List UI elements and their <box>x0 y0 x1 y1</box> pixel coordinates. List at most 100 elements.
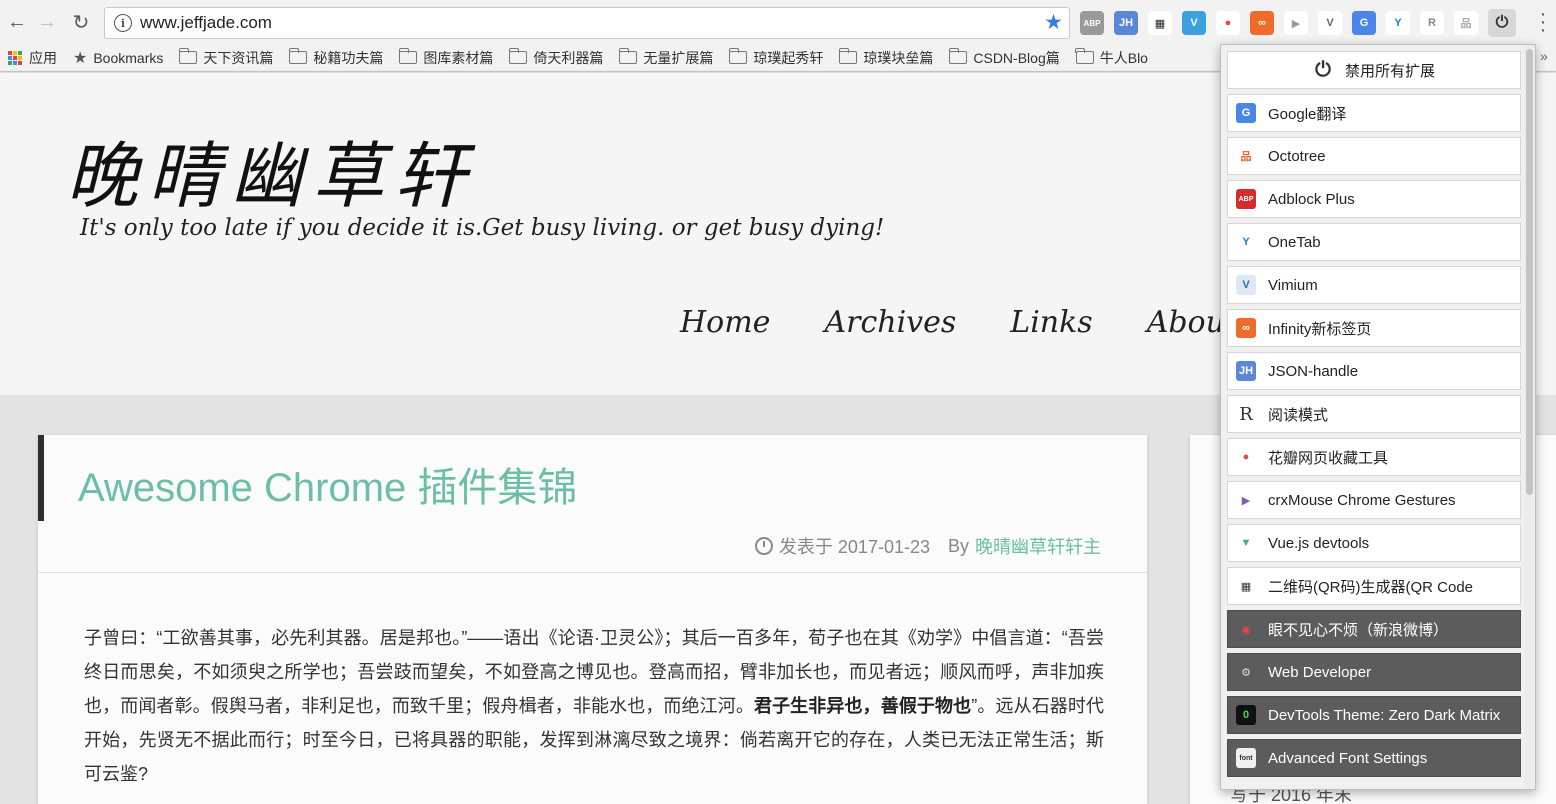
site-info-icon[interactable]: i <box>114 14 132 32</box>
post-card: Awesome Chrome 插件集锦 发表于 2017-01-23 By 晚晴… <box>38 435 1147 804</box>
extension-item[interactable]: 品 Octotree <box>1227 137 1521 175</box>
extension-item-label: crxMouse Chrome Gestures <box>1268 491 1456 509</box>
octotree-icon[interactable]: 品 <box>1454 11 1478 35</box>
vue-devtools-icon[interactable]: V <box>1318 11 1342 35</box>
gear-icon: ⚙ <box>1236 662 1256 682</box>
bookmark-bookmarks-label: Bookmarks <box>93 49 164 66</box>
post-date: 发表于 2017-01-23 <box>778 537 930 557</box>
bookmark-folder[interactable]: 秘籍功夫篇 <box>288 48 383 68</box>
nav-home[interactable]: Home <box>680 305 770 340</box>
post-accent-bar <box>38 435 44 521</box>
bookmark-folder[interactable]: 无量扩展篇 <box>618 48 714 68</box>
extension-item[interactable]: font Advanced Font Settings <box>1227 739 1521 777</box>
extension-item-label: Web Developer <box>1268 663 1372 681</box>
crxmouse-icon: ▶ <box>1236 490 1256 510</box>
extension-item-label: DevTools Theme: Zero Dark Matrix <box>1268 706 1501 724</box>
extension-item[interactable]: 0 DevTools Theme: Zero Dark Matrix <box>1227 696 1521 734</box>
extension-item[interactable]: ▦ 二维码(QR码)生成器(QR Code <box>1227 567 1521 605</box>
vue-devtools-icon: ▼ <box>1236 533 1256 553</box>
bookmark-folder-label: 琼璞起秀轩 <box>753 49 824 66</box>
extension-item-label: Adblock Plus <box>1268 190 1355 208</box>
extension-item[interactable]: ◉ 眼不见心不烦（新浪微博） <box>1227 610 1521 648</box>
nav-archives[interactable]: Archives <box>824 305 956 340</box>
folder-icon <box>398 48 418 64</box>
bookmark-folder-label: 无量扩展篇 <box>643 49 714 66</box>
adblock-plus-icon: ABP <box>1236 189 1256 209</box>
extension-item[interactable]: ABP Adblock Plus <box>1227 180 1521 218</box>
nav-links[interactable]: Links <box>1010 305 1092 340</box>
browser-toolbar: ← → ↻ i www.jeffjade.com ★ ABP JH ▦ V ● ∞ ▶ V G Y… <box>0 0 1556 44</box>
extension-item[interactable]: ▶ crxMouse Chrome Gestures <box>1227 481 1521 519</box>
extension-item[interactable]: V Vimium <box>1227 266 1521 304</box>
bookmark-star-icon[interactable]: ★ <box>1044 10 1063 35</box>
reader-mode-icon[interactable]: R <box>1420 11 1444 35</box>
extension-item-label: Vimium <box>1268 276 1318 294</box>
bookmark-folders: 天下资讯篇 秘籍功夫篇 图库素材篇 倚天利器篇 无量扩展篇 琼璞起秀轩 琼璞块垒篇 CSDN-… <box>178 48 1164 68</box>
post-body: 子曾曰：“工欲善其事，必先利其器。居是邦也。”——语出《论语·卫灵公》；其后一百… <box>84 621 1104 791</box>
extension-item-label: 二维码(QR码)生成器(QR Code <box>1268 578 1474 596</box>
address-bar[interactable]: i www.jeffjade.com ★ <box>104 7 1070 39</box>
bookmark-folder[interactable]: 琼璞起秀轩 <box>728 48 824 68</box>
site-title[interactable]: 晚晴幽草轩 <box>66 117 476 222</box>
bookmark-folder[interactable]: CSDN-Blog篇 <box>948 48 1060 68</box>
popup-scrollbar-thumb[interactable] <box>1526 49 1533 495</box>
bookmark-folder[interactable]: 牛人Blo <box>1075 48 1148 68</box>
post-author[interactable]: 晚晴幽草轩轩主 <box>975 533 1101 559</box>
bookmark-folder[interactable]: 图库素材篇 <box>398 48 493 68</box>
extension-item-label: Vue.js devtools <box>1268 534 1370 552</box>
apps-grid-icon <box>8 50 22 65</box>
huaban-icon[interactable]: ● <box>1216 11 1240 35</box>
power-icon: ⏻ <box>1315 58 1331 81</box>
onetab-icon[interactable]: Y <box>1386 11 1410 35</box>
bookmark-apps[interactable]: 应用 <box>8 48 57 68</box>
bookmark-bookmarks[interactable]: ★ Bookmarks <box>73 48 163 68</box>
post-title[interactable]: Awesome Chrome 插件集锦 <box>78 455 577 513</box>
url-text[interactable]: www.jeffjade.com <box>140 13 272 33</box>
bookmark-folder[interactable]: 天下资讯篇 <box>178 48 274 68</box>
extension-item[interactable]: ∞ Infinity新标签页 <box>1227 309 1521 347</box>
back-icon[interactable]: ← <box>0 5 34 39</box>
extension-item-label: Advanced Font Settings <box>1268 749 1428 767</box>
extension-item-label: 眼不见心不烦（新浪微博） <box>1268 621 1449 639</box>
bookmark-folder-label: CSDN-Blog篇 <box>973 49 1060 66</box>
bookmark-folder-label: 天下资讯篇 <box>203 49 274 66</box>
bookmarks-overflow-button[interactable]: » <box>1540 48 1548 64</box>
json-handle-icon[interactable]: JH <box>1114 11 1138 35</box>
bookmark-folder-label: 倚天利器篇 <box>533 49 604 66</box>
qr-code-icon[interactable]: ▦ <box>1148 11 1172 35</box>
adblock-plus-icon[interactable]: ABP <box>1080 11 1104 35</box>
clock-icon <box>754 537 773 555</box>
extension-item-label: Infinity新标签页 <box>1268 320 1372 338</box>
reload-icon[interactable]: ↻ <box>64 5 98 39</box>
onetab-icon: Y <box>1236 232 1256 252</box>
forward-icon[interactable]: → <box>30 5 64 39</box>
extension-item[interactable]: ⚙ Web Developer <box>1227 653 1521 691</box>
google-translate-icon[interactable]: G <box>1352 11 1376 35</box>
weibo-icon: ◉ <box>1236 619 1256 639</box>
extension-item[interactable]: G Google翻译 <box>1227 94 1521 132</box>
vimium-icon[interactable]: V <box>1182 11 1206 35</box>
google-translate-icon: G <box>1236 103 1256 123</box>
star-icon: ★ <box>73 49 88 67</box>
crxmouse-icon[interactable]: ▶ <box>1284 11 1308 35</box>
disable-all-button[interactable]: ⏻ 禁用所有扩展 <box>1227 51 1521 89</box>
folder-icon <box>1075 48 1094 64</box>
extension-item[interactable]: R 阅读模式 <box>1227 395 1521 433</box>
extension-item[interactable]: ▼ Vue.js devtools <box>1227 524 1521 562</box>
extension-item-label: JSON-handle <box>1268 362 1359 380</box>
extension-item-label: 阅读模式 <box>1268 406 1329 424</box>
power-icon[interactable]: ⏻ <box>1488 9 1516 37</box>
bookmark-folder[interactable]: 倚天利器篇 <box>508 48 604 68</box>
extension-item[interactable]: Y OneTab <box>1227 223 1521 261</box>
disable-all-label: 禁用所有扩展 <box>1344 62 1435 80</box>
folder-icon <box>618 48 638 64</box>
bookmark-folder[interactable]: 琼璞块垒篇 <box>838 48 933 68</box>
infinity-icon[interactable]: ∞ <box>1250 11 1274 35</box>
post-divider <box>38 572 1147 573</box>
extension-item-label: Octotree <box>1268 147 1326 165</box>
folder-icon <box>948 48 968 64</box>
extension-item[interactable]: JH JSON-handle <box>1227 352 1521 390</box>
chrome-menu-icon[interactable]: · · · <box>1537 4 1549 40</box>
post-by: By <box>947 535 969 556</box>
extension-item[interactable]: ● 花瓣网页收藏工具 <box>1227 438 1521 476</box>
